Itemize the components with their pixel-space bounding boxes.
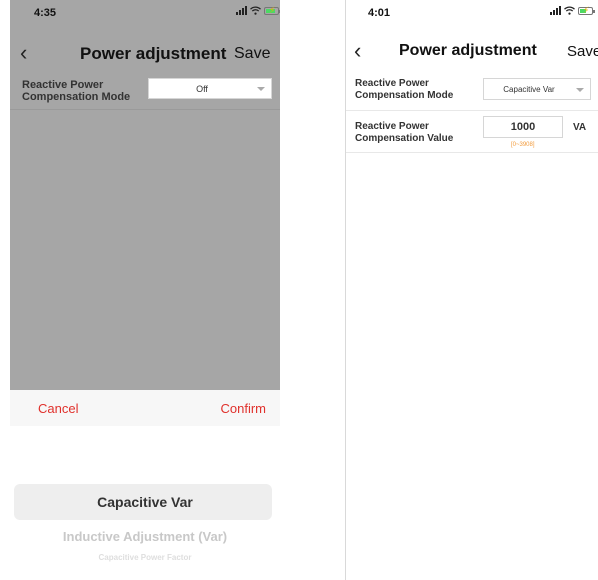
nav-bar: ‹ Power adjustment Save	[346, 36, 598, 68]
save-button[interactable]: Save	[567, 43, 598, 60]
mode-select[interactable]: Off	[148, 78, 272, 99]
save-button[interactable]: Save	[234, 45, 270, 63]
dropdown-caret-icon	[576, 88, 584, 92]
mode-label: Reactive Power Compensation Mode	[22, 79, 130, 103]
right-phone-screen: 4:01 ⚡ ‹ Power adjustment Save Reactive …	[345, 0, 598, 580]
page-title: Power adjustment	[399, 42, 537, 59]
page-title: Power adjustment	[80, 44, 227, 63]
unit-label: VA	[573, 122, 587, 133]
mode-select[interactable]: Capacitive Var	[483, 78, 591, 100]
value-label-line1: Reactive Power	[355, 121, 429, 132]
mode-select-value: Capacitive Var	[503, 85, 555, 94]
mode-select-value: Off	[196, 84, 208, 94]
mode-label-line1: Reactive Power	[355, 78, 429, 89]
status-icons: ⚡	[550, 5, 595, 15]
picker-toolbar: Cancel Confirm	[10, 390, 280, 426]
value-label: Reactive Power Compensation Value	[355, 121, 453, 145]
row-divider	[346, 110, 598, 111]
mode-label-line2: Compensation Mode	[355, 90, 454, 101]
dimmed-overlay[interactable]: 4:35 ⚡ ‹ Power adjustment Save Reactive …	[10, 0, 280, 390]
confirm-button[interactable]: Confirm	[220, 401, 266, 416]
picker-option[interactable]: Capacitive Power Factor	[10, 553, 280, 562]
range-hint: [0~3908]	[511, 142, 535, 148]
picker-option[interactable]: Inductive Adjustment (Var)	[10, 529, 280, 544]
status-time: 4:35	[34, 7, 57, 19]
compensation-value-input[interactable]: 1000	[483, 116, 563, 138]
battery-icon: ⚡	[264, 5, 280, 15]
mode-label-line1: Reactive Power	[22, 79, 104, 91]
wifi-icon	[564, 6, 575, 15]
signal-icon	[550, 6, 561, 15]
value-label-line2: Compensation Value	[355, 133, 454, 144]
row-divider	[10, 109, 280, 110]
back-chevron-icon[interactable]: ‹	[354, 38, 361, 64]
back-chevron-icon[interactable]: ‹	[20, 40, 27, 66]
status-time: 4:01	[368, 7, 391, 19]
nav-bar: ‹ Power adjustment Save	[10, 38, 280, 70]
signal-icon	[236, 6, 247, 15]
mode-label: Reactive Power Compensation Mode	[355, 78, 453, 102]
cancel-button[interactable]: Cancel	[38, 401, 78, 416]
row-divider	[346, 152, 598, 153]
option-picker[interactable]: Capacitive Var Inductive Adjustment (Var…	[10, 426, 280, 580]
status-bar: 4:35 ⚡	[10, 0, 280, 30]
battery-icon: ⚡	[578, 5, 595, 15]
dropdown-caret-icon	[257, 87, 265, 91]
picker-option-selected[interactable]: Capacitive Var	[10, 494, 280, 510]
status-bar: 4:01 ⚡	[346, 0, 598, 30]
status-icons: ⚡	[236, 5, 280, 15]
mode-label-line2: Compensation Mode	[22, 91, 131, 103]
left-phone-screen: 4:35 ⚡ ‹ Power adjustment Save Reactive …	[10, 0, 280, 580]
wifi-icon	[250, 6, 261, 15]
